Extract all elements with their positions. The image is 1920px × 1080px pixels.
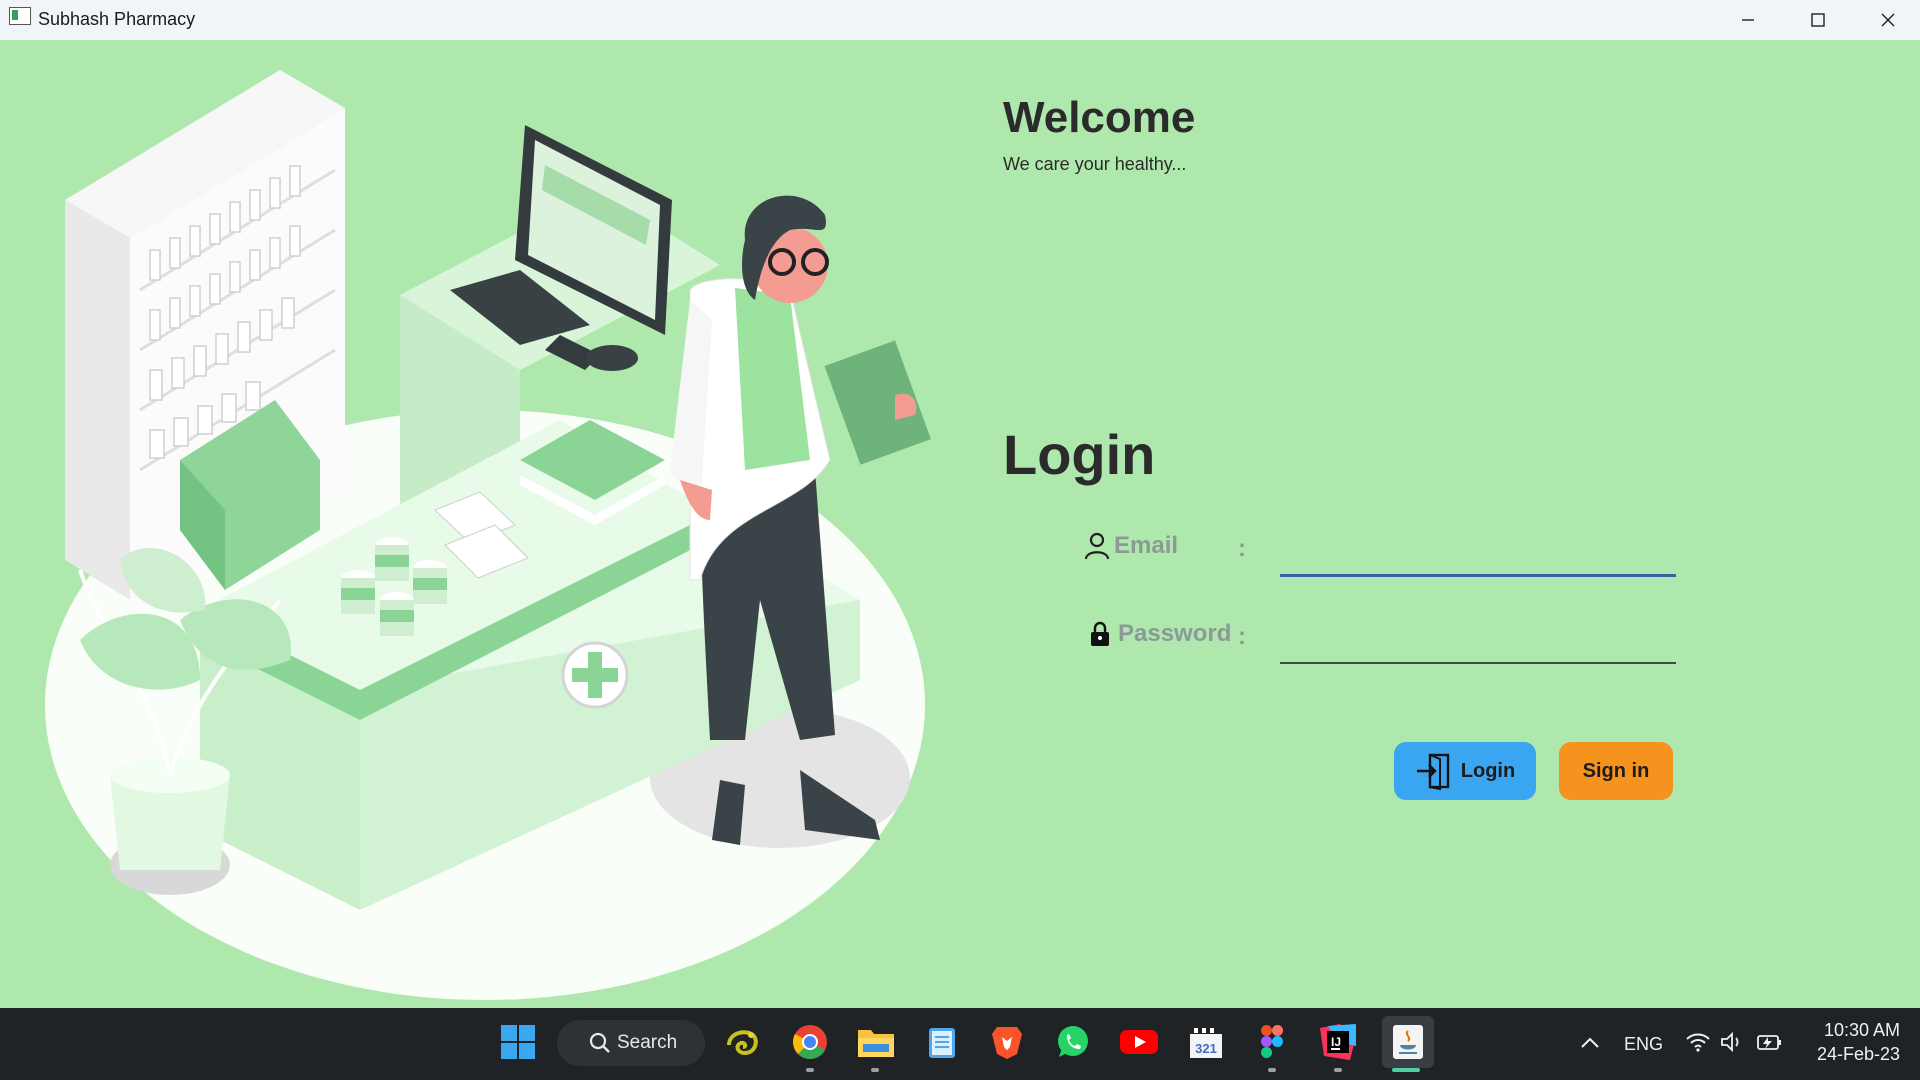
- whatsapp-icon[interactable]: [1053, 1022, 1093, 1062]
- welcome-heading: Welcome: [1003, 93, 1196, 142]
- chrome-running-indicator: [806, 1068, 814, 1072]
- password-label-text: Password: [1118, 620, 1232, 647]
- chameleon-app-icon[interactable]: [723, 1022, 763, 1062]
- figma-icon[interactable]: [1252, 1022, 1292, 1062]
- language-indicator[interactable]: ENG: [1624, 1034, 1663, 1055]
- volume-icon[interactable]: [1712, 1022, 1752, 1062]
- windows-start-icon[interactable]: [498, 1022, 538, 1062]
- close-button[interactable]: [1853, 0, 1920, 40]
- clock-date: 24-Feb-23: [1816, 1044, 1900, 1064]
- battery-charging-icon[interactable]: [1750, 1022, 1790, 1062]
- email-label-text: Email: [1114, 532, 1179, 559]
- file-explorer-running-indicator: [871, 1068, 879, 1072]
- password-label: Password: [1090, 620, 1231, 648]
- email-label: Email: [1084, 532, 1178, 560]
- app-icon: [9, 7, 31, 25]
- notepad-icon[interactable]: [922, 1022, 962, 1062]
- minimize-button[interactable]: [1713, 0, 1783, 40]
- signin-button-label: Sign in: [1582, 759, 1650, 782]
- password-input[interactable]: [1280, 616, 1676, 664]
- taskbar-search[interactable]: Search: [557, 1020, 705, 1066]
- search-label: Search: [617, 1032, 678, 1053]
- login-window-content: Welcome We care your healthy... Login Em…: [0, 40, 1920, 1008]
- login-door-icon: [1416, 753, 1449, 791]
- clock-time: 10:30 AM: [1823, 1020, 1900, 1040]
- clipchamp-icon[interactable]: 321: [1186, 1022, 1226, 1062]
- show-hidden-icons-chevron-icon[interactable]: [1570, 1022, 1610, 1062]
- login-heading: Login: [1003, 423, 1156, 486]
- brave-icon[interactable]: [987, 1022, 1027, 1062]
- intellij-icon[interactable]: IJ: [1318, 1022, 1358, 1062]
- youtube-icon[interactable]: [1119, 1022, 1159, 1062]
- taskbar-clock[interactable]: 10:30 AM 24-Feb-23: [1800, 1018, 1900, 1066]
- email-input[interactable]: [1280, 528, 1676, 577]
- login-button[interactable]: Login: [1394, 742, 1536, 800]
- user-icon: [1084, 532, 1110, 560]
- maximize-button[interactable]: [1783, 0, 1853, 40]
- password-colon: :: [1238, 623, 1246, 650]
- java-app-icon[interactable]: [1382, 1016, 1434, 1068]
- window-titlebar: Subhash Pharmacy: [0, 0, 1920, 40]
- signin-button[interactable]: Sign in: [1559, 742, 1673, 800]
- svg-text:IJ: IJ: [1331, 1035, 1341, 1049]
- close-icon: [1881, 13, 1895, 27]
- intellij-running-indicator: [1334, 1068, 1342, 1072]
- svg-text:321: 321: [1195, 1041, 1217, 1056]
- lock-icon: [1091, 621, 1109, 646]
- figma-running-indicator: [1268, 1068, 1276, 1072]
- login-button-label: Login: [1460, 759, 1516, 782]
- email-colon: :: [1238, 535, 1246, 562]
- pharmacy-illustration: [45, 70, 931, 1000]
- window-title: Subhash Pharmacy: [38, 9, 196, 29]
- minimize-icon: [1742, 19, 1754, 21]
- file-explorer-icon[interactable]: [856, 1022, 896, 1062]
- java-app-active-indicator: [1392, 1068, 1420, 1072]
- search-icon: [589, 1032, 610, 1053]
- welcome-subtitle: We care your healthy...: [1003, 154, 1187, 174]
- maximize-icon: [1811, 13, 1825, 27]
- chrome-icon[interactable]: [790, 1022, 830, 1062]
